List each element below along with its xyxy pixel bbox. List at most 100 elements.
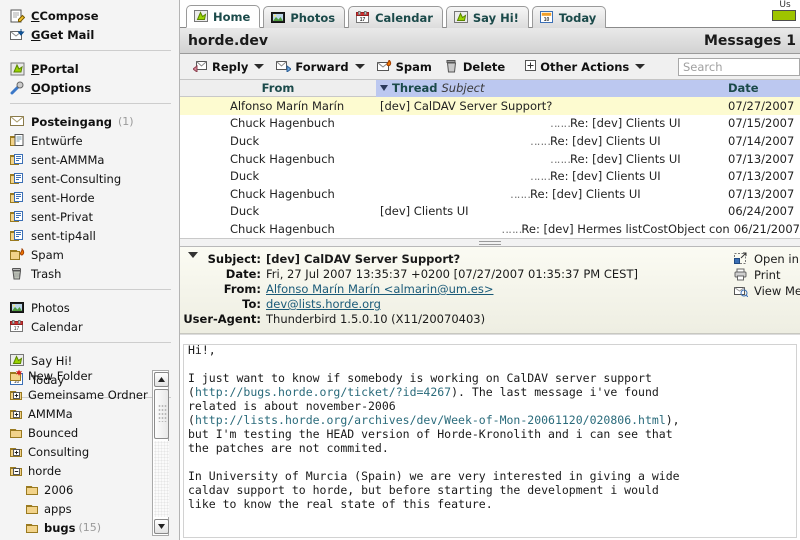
- message-body-line: [188, 357, 792, 371]
- mailbox-label: sent-AMMMa: [31, 153, 104, 167]
- tab-say-hi-[interactable]: Say Hi!: [446, 6, 529, 28]
- scroll-up-button[interactable]: [154, 372, 169, 387]
- folder-tree-item-consulting[interactable]: Consulting: [0, 442, 152, 461]
- expand-plus-icon: [13, 392, 20, 399]
- sidebar-mailbox-sent-consulting[interactable]: sent-Consulting: [0, 169, 179, 188]
- sidebar-shortcut-photos[interactable]: Photos: [0, 298, 179, 317]
- folder-tree-item-ammma[interactable]: AMMMa: [0, 404, 152, 423]
- reply-button[interactable]: Reply: [188, 58, 269, 76]
- sidebar-mailbox-sent-privat[interactable]: sent-Privat: [0, 207, 179, 226]
- message-body-line: (http://bugs.horde.org/ticket/?id=4267).…: [188, 385, 792, 399]
- scrollbar-track[interactable]: [154, 441, 169, 517]
- column-header-subject: Subject: [442, 81, 485, 95]
- message-row[interactable]: Duck[dev] Clients UI06/24/2007: [180, 203, 800, 221]
- forward-label: Forward: [295, 60, 348, 74]
- column-header-date[interactable]: Date: [724, 80, 800, 97]
- message-subject: ‥‥‥Re: [dev] Clients UI: [376, 169, 724, 183]
- message-subject-text: Re: [dev] Clients UI: [550, 169, 661, 183]
- tab-today[interactable]: 10Today: [532, 6, 606, 28]
- other-actions-button[interactable]: Other Actions: [520, 58, 650, 76]
- sent-icon: [10, 172, 25, 186]
- sidebar-item-portal[interactable]: PPortal: [0, 59, 179, 78]
- chevron-down-icon[interactable]: [635, 64, 645, 69]
- sidebar-item-get-mail[interactable]: GGet Mail: [0, 25, 179, 44]
- chevron-down-icon[interactable]: [355, 64, 365, 69]
- message-date: 07/13/2007: [724, 187, 800, 201]
- column-header-from[interactable]: From: [180, 81, 376, 95]
- message-row[interactable]: Chuck Hagenbuch‥‥‥Re: [dev] Clients UI07…: [180, 115, 800, 133]
- message-row[interactable]: Chuck Hagenbuch‥‥‥Re: [dev] Hermes listC…: [180, 220, 800, 238]
- folder-tree-item-gemeinsame-ordner[interactable]: Gemeinsame Ordner: [0, 385, 152, 404]
- sidebar-item-options[interactable]: OOptions: [0, 78, 179, 97]
- tab-photos[interactable]: Photos: [263, 6, 345, 28]
- message-row[interactable]: Alfonso Marín Marín[dev] CalDAV Server S…: [180, 97, 800, 115]
- message-body-link[interactable]: http://bugs.horde.org/ticket/?id=4267: [195, 385, 451, 399]
- folder-tree-item-new-folder[interactable]: New Folder: [0, 366, 152, 385]
- sent-icon: [10, 229, 25, 243]
- message-row[interactable]: Duck‥‥‥Re: [dev] Clients UI07/14/2007: [180, 132, 800, 150]
- print-button[interactable]: Print: [734, 267, 800, 283]
- compose-icon: [10, 9, 25, 23]
- sent-icon: [10, 191, 25, 205]
- message-row[interactable]: Duck‥‥‥Re: [dev] Clients UI07/13/2007: [180, 167, 800, 185]
- header-from-value[interactable]: Alfonso Marín Marín <almarin@um.es>: [266, 282, 493, 296]
- mailbox-label: Trash: [31, 267, 61, 281]
- delete-button[interactable]: Delete: [439, 58, 510, 76]
- forward-button[interactable]: Forward: [271, 58, 369, 76]
- view-message-source-icon: [734, 284, 749, 298]
- sidebar-mailbox-sent-horde[interactable]: sent-Horde: [0, 188, 179, 207]
- sidebar-mailbox-sent-ammma[interactable]: sent-AMMMa: [0, 150, 179, 169]
- folder-tree-item-bugs[interactable]: bugs(15): [0, 518, 152, 537]
- tab-home[interactable]: Home: [186, 5, 260, 28]
- tab-label: Say Hi!: [473, 11, 519, 25]
- sidebar-mailbox-posteingang[interactable]: Posteingang(1): [0, 112, 179, 131]
- mailbox-label: sent-tip4all: [31, 229, 96, 243]
- new-folder-icon: [10, 369, 25, 383]
- print-label: Print: [754, 268, 780, 282]
- header-from: From: Alfonso Marín Marín <almarin@um.es…: [180, 282, 800, 297]
- message-subject-text: Re: [dev] Hermes listCostObject configur…: [521, 222, 729, 236]
- header-subject: Subject: [dev] CalDAV Server Support?: [180, 252, 800, 267]
- message-subject-text: Re: [dev] Clients UI: [530, 187, 641, 201]
- sidebar-mailbox-spam[interactable]: Spam: [0, 245, 179, 264]
- home-icon: [194, 10, 209, 24]
- sidebar-mailbox-sent-tip4all[interactable]: sent-tip4all: [0, 226, 179, 245]
- folder-tree-scrollbar[interactable]: [152, 370, 169, 536]
- options-icon: [10, 81, 25, 95]
- sidebar-divider-1: [10, 50, 171, 51]
- folder-tree-item-horde[interactable]: horde: [0, 461, 152, 480]
- tab-label: Calendar: [375, 11, 433, 25]
- header-to-value[interactable]: dev@lists.horde.org: [266, 297, 381, 311]
- folder-tree: New FolderGemeinsame OrdnerAMMMaBouncedC…: [0, 366, 180, 540]
- column-header-thread-subject[interactable]: Thread Subject: [376, 80, 724, 97]
- message-preview-header: Subject: [dev] CalDAV Server Support? Da…: [180, 247, 800, 334]
- scrollbar-thumb[interactable]: [154, 389, 169, 439]
- message-body-line: I just want to know if somebody is worki…: [188, 371, 792, 385]
- chevron-down-icon[interactable]: [254, 64, 264, 69]
- column-header-thread: Thread: [392, 81, 438, 95]
- sidebar-item-compose[interactable]: CCompose: [0, 6, 179, 25]
- message-row[interactable]: Chuck Hagenbuch‥‥‥Re: [dev] Clients UI07…: [180, 185, 800, 203]
- spam-button[interactable]: Spam: [372, 58, 437, 76]
- sidebar-mailbox-entw-rfe[interactable]: Entwürfe: [0, 131, 179, 150]
- search-input[interactable]: Search: [678, 58, 800, 76]
- open-in-new-window-button[interactable]: Open in: [734, 251, 800, 267]
- folder-icon: [26, 483, 41, 497]
- tab-calendar[interactable]: 17Calendar: [348, 6, 443, 28]
- collapse-headers-icon[interactable]: [188, 252, 198, 258]
- message-toolbar: Reply Forward Spam Delete: [180, 54, 800, 80]
- pane-splitter[interactable]: [180, 238, 800, 247]
- header-date-value: Fri, 27 Jul 2007 13:35:37 +0200 [07/27/2…: [266, 267, 638, 282]
- sidebar-shortcut-calendar[interactable]: 17Calendar: [0, 317, 179, 336]
- folder-tree-item-2006[interactable]: 2006: [0, 480, 152, 499]
- scroll-down-button[interactable]: [154, 519, 169, 534]
- folder-tree-item-bounced[interactable]: Bounced: [0, 423, 152, 442]
- view-message-source-button[interactable]: View Me: [734, 283, 800, 299]
- sidebar-mailbox-trash[interactable]: Trash: [0, 264, 179, 283]
- folder-tree-item-apps[interactable]: apps: [0, 499, 152, 518]
- message-body-link[interactable]: http://lists.horde.org/archives/dev/Week…: [195, 413, 666, 427]
- message-row[interactable]: Chuck Hagenbuch‥‥‥Re: [dev] Clients UI07…: [180, 150, 800, 168]
- message-subject: ‥‥‥Re: [dev] Clients UI: [376, 116, 724, 130]
- folder-label: bugs: [44, 521, 76, 535]
- splitter-grip-icon: [479, 241, 501, 245]
